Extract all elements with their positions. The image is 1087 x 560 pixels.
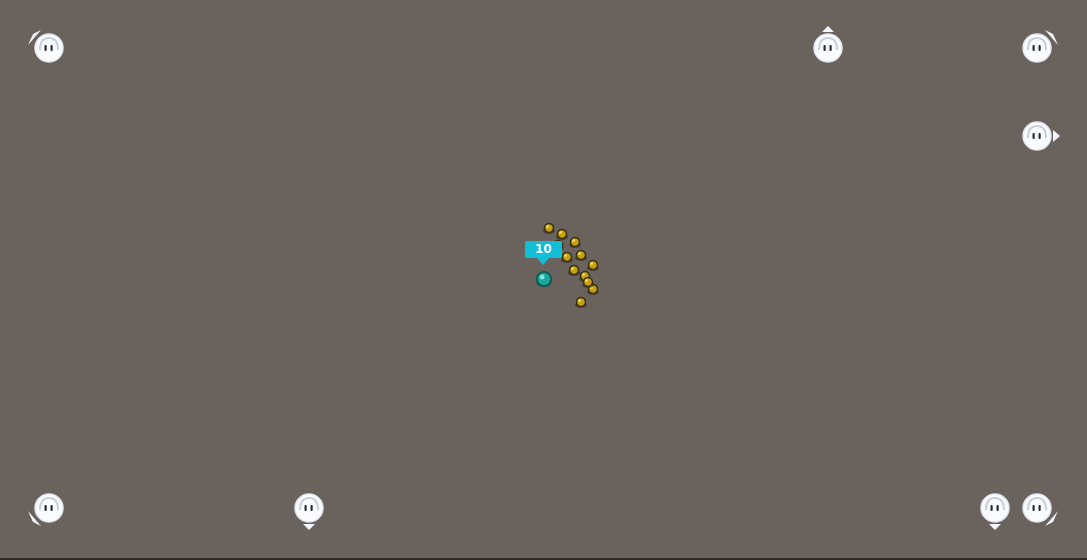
offscreen-indicator-bottom-right-1 bbox=[973, 486, 1017, 530]
bot-face-icon bbox=[28, 30, 64, 63]
player-character bbox=[536, 271, 552, 287]
enemy-unit bbox=[575, 296, 587, 308]
offscreen-indicator-top-center bbox=[806, 26, 850, 70]
enemy-unit bbox=[568, 264, 580, 276]
bot-face-icon bbox=[813, 26, 843, 63]
enemy-unit bbox=[569, 236, 581, 248]
enemy-unit bbox=[556, 228, 568, 240]
enemy-unit bbox=[587, 259, 599, 271]
bot-face-icon bbox=[1022, 30, 1058, 63]
bot-face-icon bbox=[28, 493, 64, 526]
offscreen-indicator-top-left bbox=[27, 26, 71, 70]
offscreen-indicator-top-right bbox=[1015, 26, 1059, 70]
enemy-unit bbox=[575, 249, 587, 261]
bot-face-icon bbox=[294, 493, 324, 530]
offscreen-indicator-bottom-left bbox=[27, 486, 71, 530]
enemy-unit bbox=[582, 276, 594, 288]
bot-face-icon bbox=[980, 493, 1010, 530]
enemy-unit bbox=[543, 222, 555, 234]
offscreen-indicator-right bbox=[1015, 114, 1060, 158]
offscreen-indicator-bottom-center bbox=[287, 486, 331, 530]
player-level-badge: 10 bbox=[525, 241, 562, 258]
bot-face-icon bbox=[1022, 493, 1058, 526]
bot-face-icon bbox=[1022, 121, 1060, 151]
game-arena: 10 bbox=[0, 0, 1087, 558]
offscreen-indicator-bottom-right-2 bbox=[1015, 486, 1059, 530]
player-level-badge-pointer bbox=[537, 258, 549, 265]
enemy-unit bbox=[561, 251, 573, 263]
